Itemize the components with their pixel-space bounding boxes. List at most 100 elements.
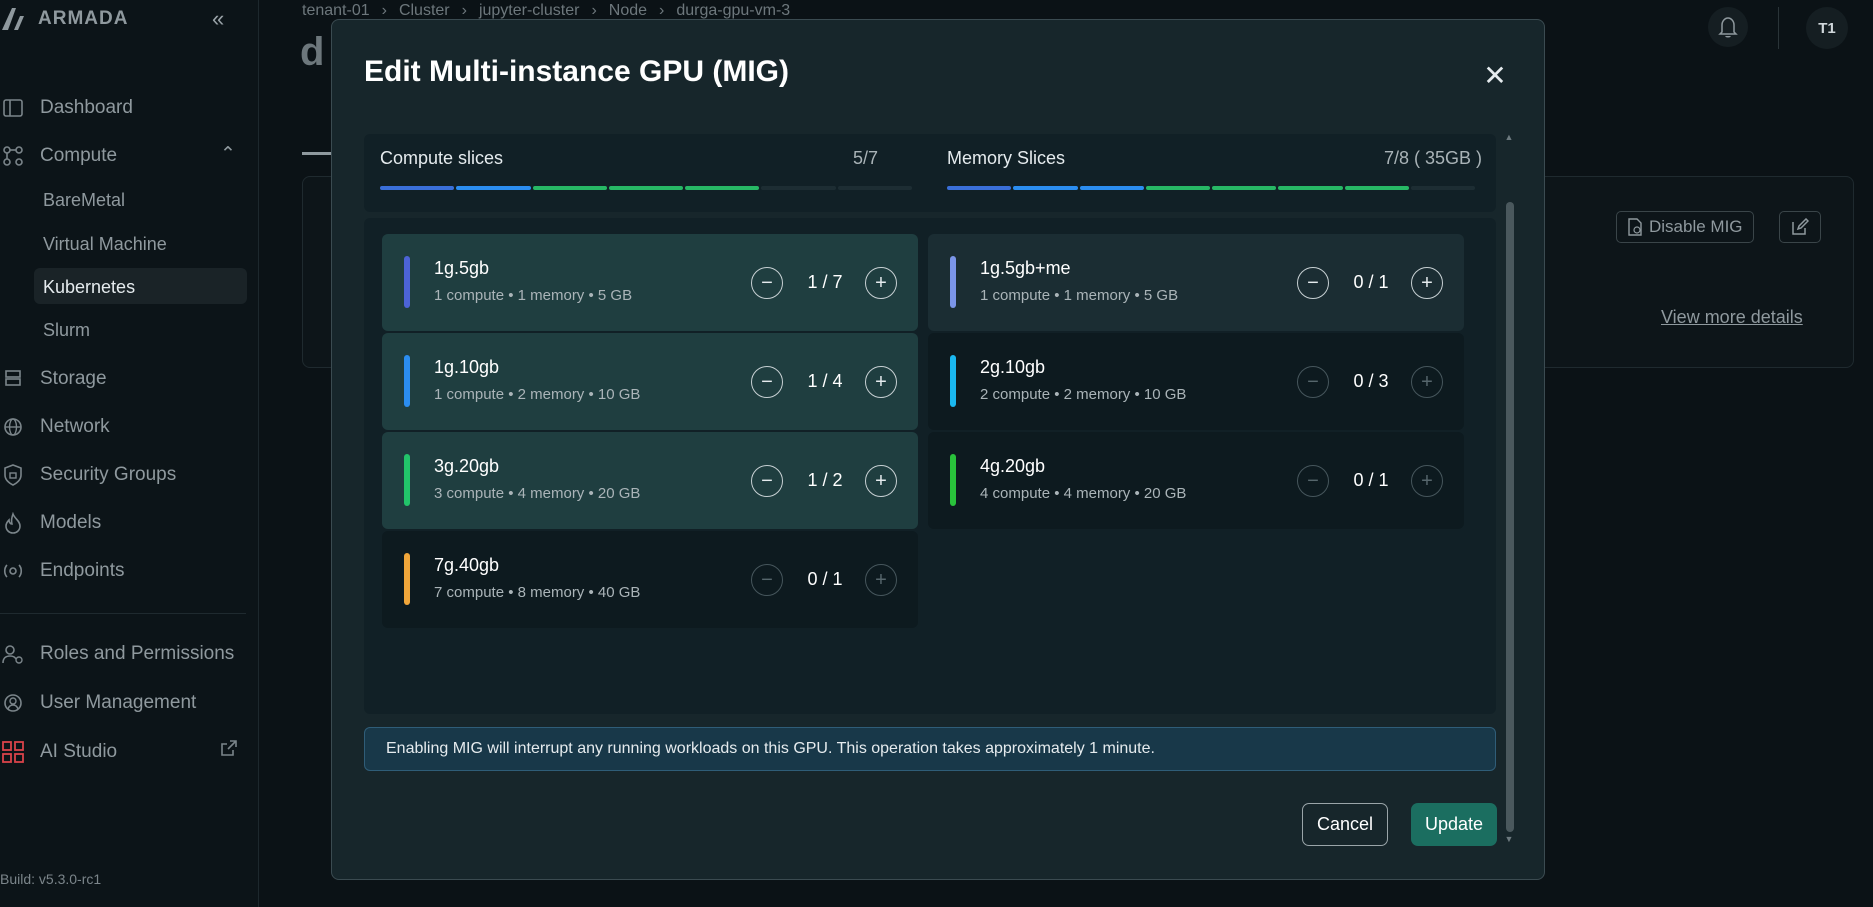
sidebar-item-label: Roles and Permissions xyxy=(40,643,235,664)
profile-color-stripe xyxy=(404,256,410,308)
profile-name: 1g.5gb+me xyxy=(980,258,1071,278)
slice-segment xyxy=(1410,186,1475,190)
edit-button[interactable] xyxy=(1779,211,1821,243)
decrement-button[interactable]: − xyxy=(1297,366,1329,398)
sidebar-item-label: User Management xyxy=(40,692,197,713)
profile-count: 0 / 1 xyxy=(1353,470,1389,490)
increment-button[interactable]: + xyxy=(1411,465,1443,497)
mig-profile-card: 1g.5gb+me 1 compute • 1 memory • 5 GB − 0 /… xyxy=(928,234,1464,331)
profile-color-stripe xyxy=(404,355,410,407)
sidebar-item-compute[interactable]: Compute ⌃ xyxy=(0,143,236,169)
profile-name: 2g.10gb xyxy=(980,357,1046,377)
profile-description: 1 compute • 1 memory • 5 GB xyxy=(980,287,1179,304)
compute-slices-count: 5/7 xyxy=(852,148,878,168)
decrement-button[interactable]: − xyxy=(1297,267,1329,299)
profile-name: 3g.20gb xyxy=(434,456,500,476)
scroll-up-arrow[interactable]: ▲ xyxy=(1504,132,1514,142)
profile-description: 7 compute • 8 memory • 40 GB xyxy=(434,584,641,601)
sidebar-item-user-management[interactable]: User Management xyxy=(0,690,196,716)
sidebar-item-storage[interactable]: Storage xyxy=(0,366,107,392)
slice-segment xyxy=(837,186,912,190)
chevron-right-icon: › xyxy=(659,2,665,19)
slices-summary: Compute slices 5/7 Memory Slices 7/8 ( 3… xyxy=(364,134,1496,212)
increment-button[interactable]: + xyxy=(1411,267,1443,299)
sidebar-item-slurm[interactable]: Slurm xyxy=(43,320,90,341)
decrement-button[interactable]: − xyxy=(1297,465,1329,497)
sidebar-item-label: Compute xyxy=(40,145,118,166)
slice-segment xyxy=(1278,186,1343,190)
increment-button[interactable]: + xyxy=(865,267,897,299)
sidebar-item-label: Storage xyxy=(40,368,107,389)
plus-icon: + xyxy=(875,272,887,294)
slice-segment xyxy=(1212,186,1277,190)
notifications-button[interactable] xyxy=(1708,7,1748,47)
bell-icon xyxy=(1718,17,1738,38)
mig-profile-card: 7g.40gb 7 compute • 8 memory • 40 GB − 0 / … xyxy=(382,531,918,628)
breadcrumb: tenant-01 › Cluster › jupyter-cluster › Nod… xyxy=(302,2,790,20)
profile-color-stripe xyxy=(950,355,956,407)
sidebar-item-label: AI Studio xyxy=(40,741,118,762)
sidebar-item-ai-studio[interactable]: AI Studio xyxy=(0,739,240,765)
slice-segment xyxy=(1079,186,1144,190)
sidebar-item-endpoints[interactable]: Endpoints xyxy=(0,558,125,584)
profile-color-stripe xyxy=(950,454,956,506)
disable-mig-button[interactable]: Disable MIG xyxy=(1616,211,1754,243)
collapse-sidebar-icon[interactable]: « xyxy=(212,6,224,32)
update-button[interactable]: Update xyxy=(1411,803,1497,846)
sidebar-item-label: Dashboard xyxy=(40,97,133,118)
profile-name: 7g.40gb xyxy=(434,555,500,575)
profile-count: 0 / 1 xyxy=(807,569,843,589)
mig-profile-card: 3g.20gb 3 compute • 4 memory • 20 GB − 1 / … xyxy=(382,432,918,529)
slice-segment xyxy=(532,186,607,190)
increment-button[interactable]: + xyxy=(865,366,897,398)
minus-icon: − xyxy=(761,470,773,492)
modal-title: Edit Multi-instance GPU (MIG) xyxy=(364,55,789,88)
slice-segment xyxy=(608,186,684,190)
decrement-button[interactable]: − xyxy=(751,366,783,398)
scrollbar-thumb[interactable] xyxy=(1506,202,1514,832)
minus-icon: − xyxy=(761,371,773,393)
decrement-button[interactable]: − xyxy=(751,267,783,299)
view-more-details-link[interactable]: View more details xyxy=(1661,307,1803,328)
close-icon[interactable]: ✕ xyxy=(1480,60,1510,91)
decrement-button[interactable]: − xyxy=(751,465,783,497)
page-title: d xyxy=(300,30,325,74)
breadcrumb-item[interactable]: Cluster xyxy=(399,2,450,20)
sidebar-item-roles-and-permissions[interactable]: Roles and Permissions xyxy=(0,641,234,667)
sidebar-item-network[interactable]: Network xyxy=(0,414,110,440)
minus-icon: − xyxy=(1307,272,1319,294)
slice-segment xyxy=(1344,186,1409,190)
increment-button[interactable]: + xyxy=(865,465,897,497)
increment-button[interactable]: + xyxy=(1411,366,1443,398)
breadcrumb-item[interactable]: Node xyxy=(609,2,647,20)
header-divider xyxy=(1778,7,1779,49)
sidebar-item-baremetal[interactable]: BareMetal xyxy=(43,190,125,211)
chevron-up-icon: ⌃ xyxy=(220,144,236,165)
slice-segment xyxy=(1145,186,1210,190)
plus-icon: + xyxy=(1421,470,1433,492)
breadcrumb-item[interactable]: tenant-01 xyxy=(302,2,370,20)
decrement-button[interactable]: − xyxy=(751,564,783,596)
dashboard-icon xyxy=(0,95,26,121)
increment-button[interactable]: + xyxy=(865,564,897,596)
breadcrumb-item[interactable]: jupyter-cluster xyxy=(479,2,579,20)
mig-profiles-grid: 1g.5gb 1 compute • 1 memory • 5 GB − 1 / 7 +… xyxy=(364,218,1496,714)
document-icon xyxy=(1628,218,1642,236)
scroll-down-arrow[interactable]: ▼ xyxy=(1504,834,1514,844)
roles-icon xyxy=(0,641,26,667)
compute-icon xyxy=(0,143,26,169)
sidebar-item-models[interactable]: Models xyxy=(0,510,101,536)
avatar[interactable]: T1 xyxy=(1806,7,1848,49)
sidebar-item-label: Endpoints xyxy=(40,560,125,581)
cancel-button[interactable]: Cancel xyxy=(1302,803,1388,846)
brand-logo[interactable]: ARMADA xyxy=(0,6,128,32)
sidebar-item-label: Models xyxy=(40,512,102,533)
sidebar-item-dashboard[interactable]: Dashboard xyxy=(0,95,133,121)
sidebar: ARMADA « Dashboard Compute ⌃ BareMetal V… xyxy=(0,0,259,907)
plus-icon: + xyxy=(1421,272,1433,294)
build-version: Build: v5.3.0-rc1 xyxy=(0,871,102,887)
chevron-right-icon: › xyxy=(381,2,387,19)
sidebar-item-virtual-machine[interactable]: Virtual Machine xyxy=(43,234,167,255)
sidebar-item-kubernetes[interactable]: Kubernetes xyxy=(43,277,135,298)
sidebar-item-security-groups[interactable]: Security Groups xyxy=(0,462,176,488)
